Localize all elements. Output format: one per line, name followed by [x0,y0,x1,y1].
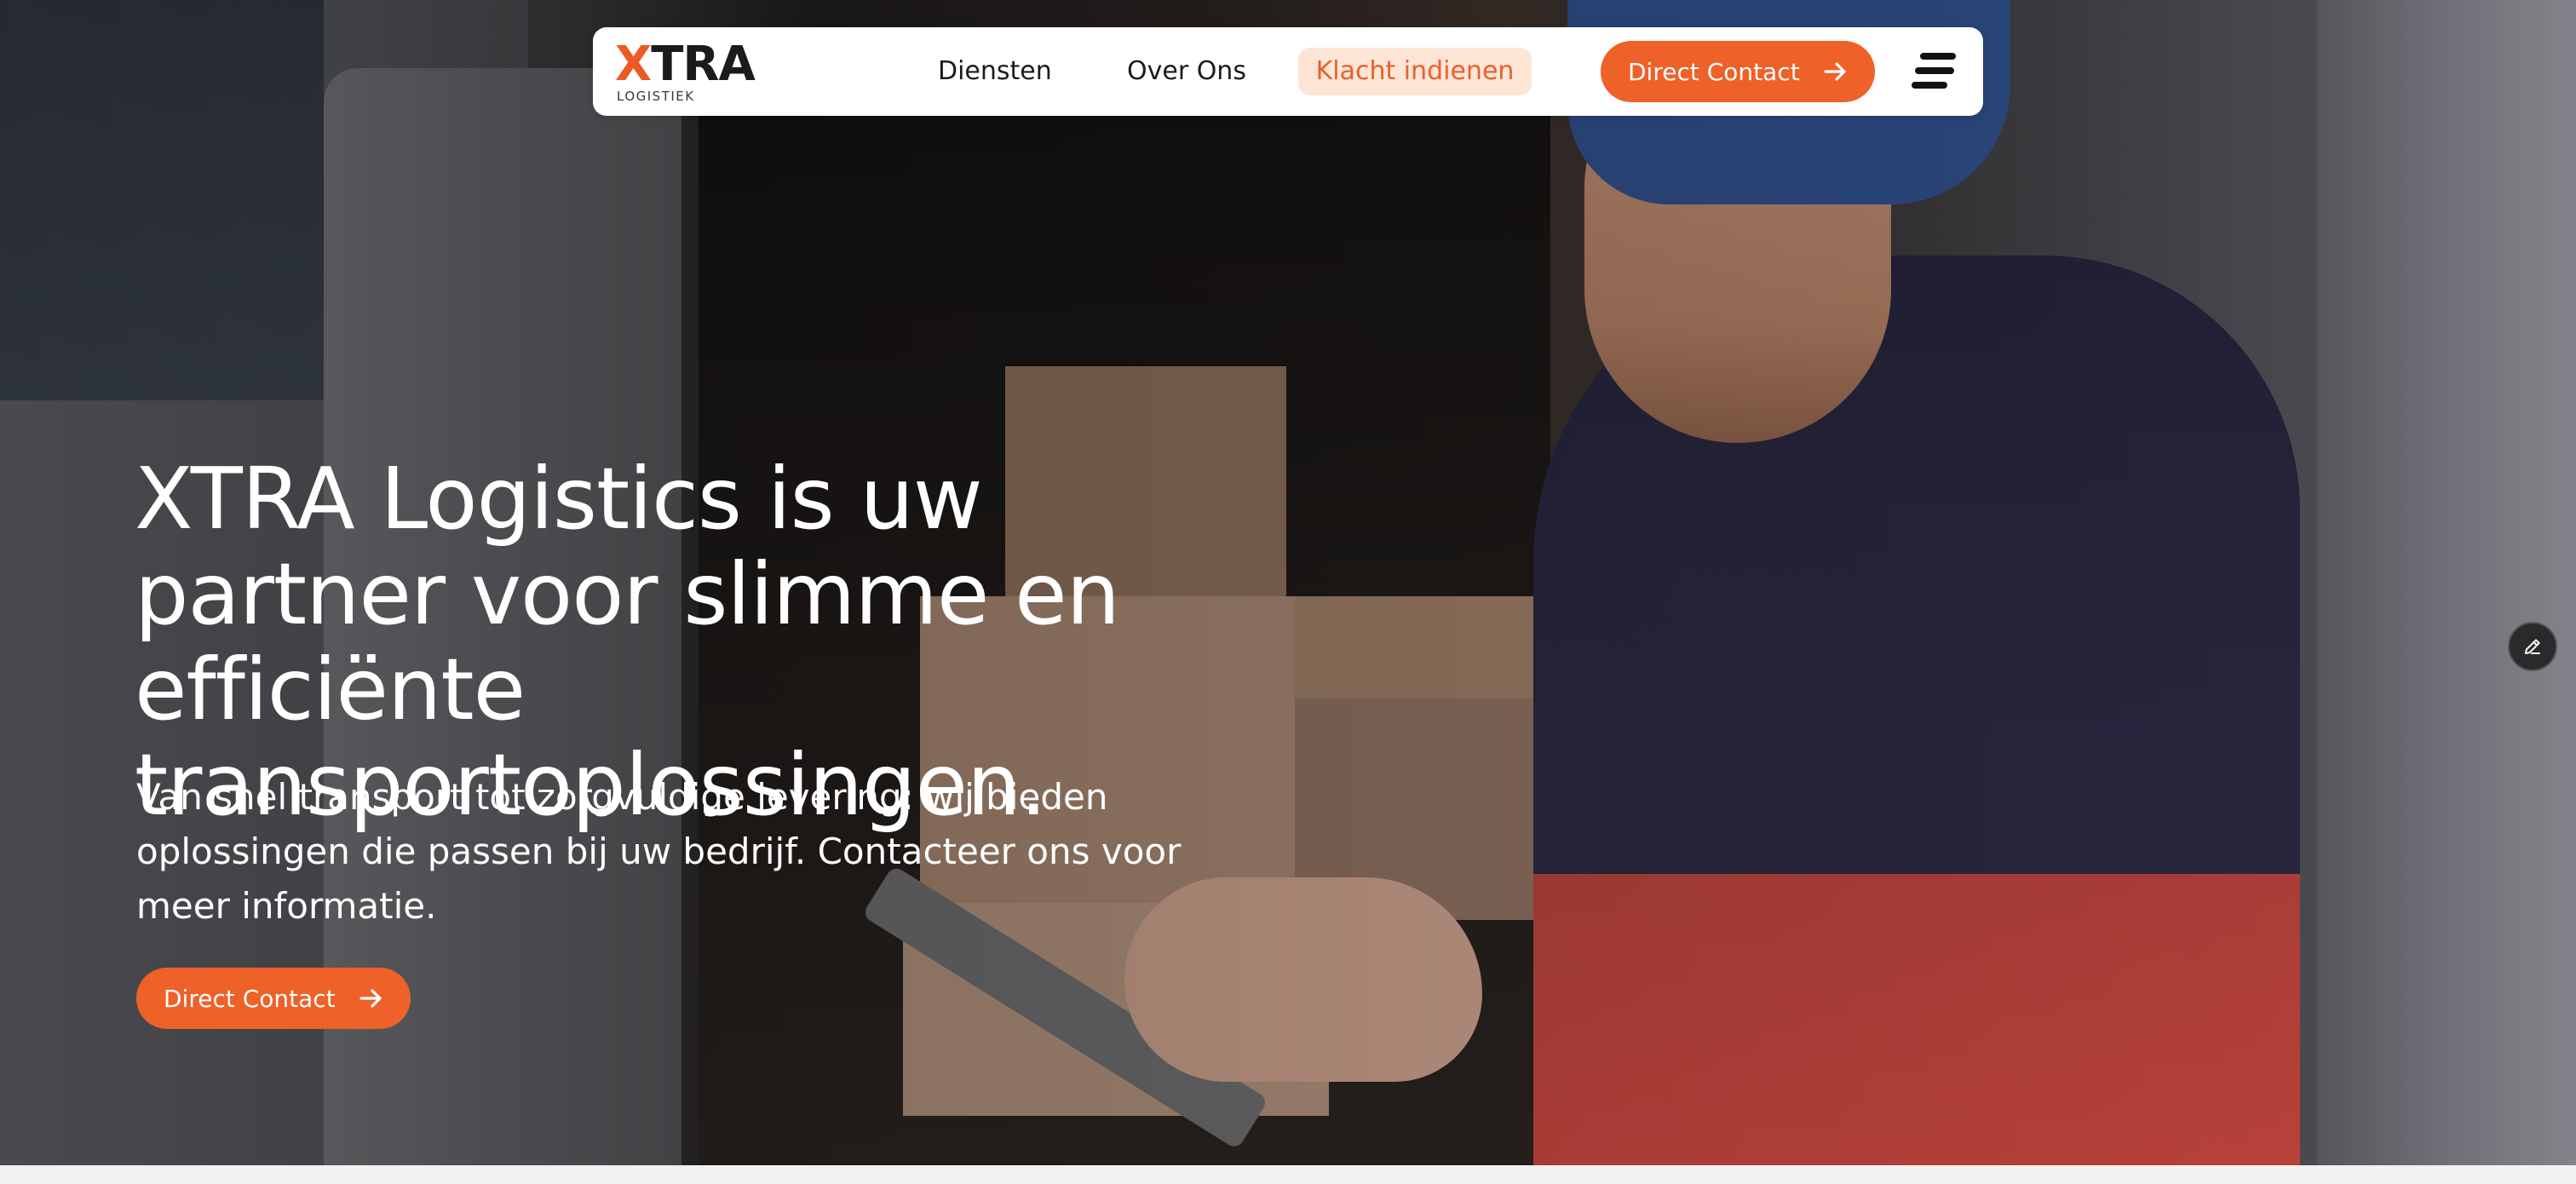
direct-contact-label: Direct Contact [164,984,336,1013]
brand-logo[interactable]: XTRA LOGISTIEK [615,39,785,107]
nav-link-klacht-indienen[interactable]: Klacht indienen [1298,48,1532,95]
arrow-right-icon [359,989,382,1008]
direct-contact-button-nav[interactable]: Direct Contact [1601,41,1875,102]
nav-link-diensten[interactable]: Diensten [938,53,1052,90]
pencil-icon-glyph [2525,639,2540,654]
hero-subtitle: Van snel transport tot zorgvuldige lever… [136,776,1182,927]
top-navigation-bar: XTRA LOGISTIEK Diensten Over Ons Klacht … [593,27,1983,116]
hamburger-menu-icon[interactable] [1912,53,1958,90]
logo-wordmark: XTRA [615,39,785,90]
nav-link-over-ons[interactable]: Over Ons [1127,53,1246,90]
logo-x-letter: X [615,37,652,92]
logo-wordmark-rest: TRA [651,37,756,92]
hero-section: XTRA LOGISTIEK Diensten Over Ons Klacht … [0,0,2576,1165]
page-bottom-strip [0,1165,2576,1184]
arrow-right-icon [1824,62,1846,81]
pencil-icon[interactable] [2508,622,2557,671]
direct-contact-button-hero[interactable]: Direct Contact [136,968,411,1029]
direct-contact-label: Direct Contact [1628,57,1800,86]
